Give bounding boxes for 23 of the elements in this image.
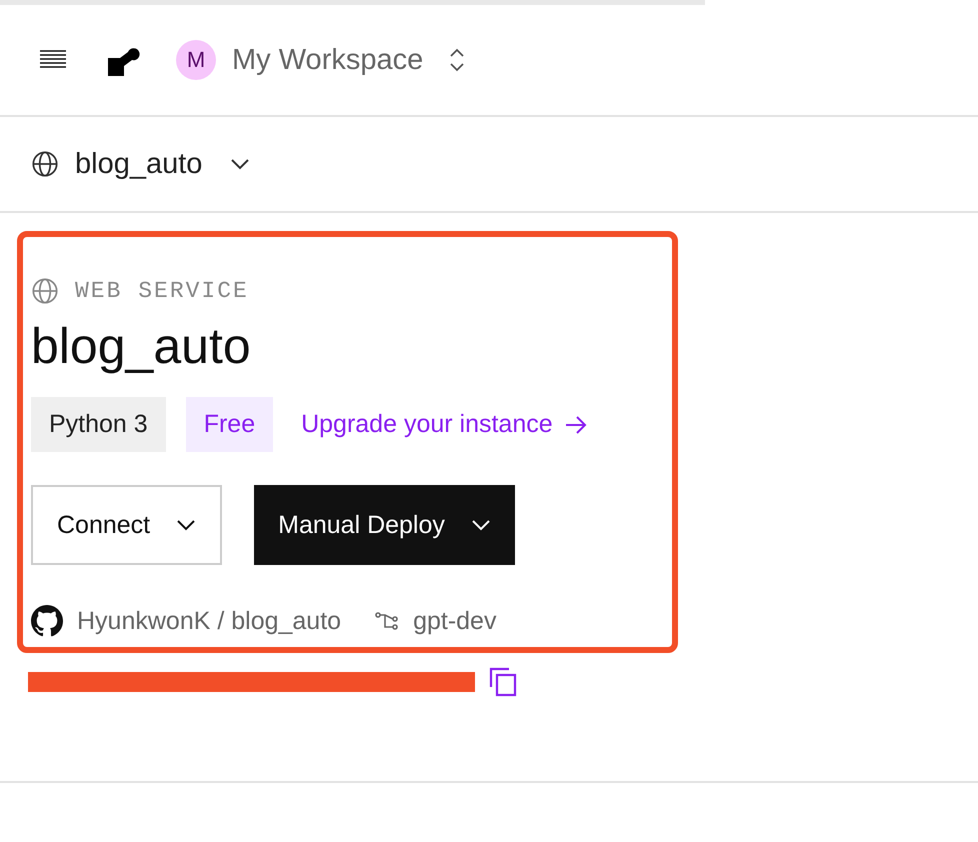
branch-icon <box>375 612 400 630</box>
upgrade-link[interactable]: Upgrade your instance <box>301 410 587 439</box>
service-title: blog_auto <box>31 317 252 376</box>
menu-icon[interactable] <box>40 50 66 70</box>
connect-button[interactable]: Connect <box>31 485 222 565</box>
chevron-up-down-icon[interactable] <box>449 47 466 73</box>
github-icon <box>31 605 63 637</box>
service-selector[interactable]: blog_auto <box>75 148 202 180</box>
chevron-down-icon <box>470 519 491 531</box>
plan-tag: Free <box>186 397 274 452</box>
runtime-tag: Python 3 <box>31 397 166 452</box>
copy-icon[interactable] <box>489 667 517 697</box>
arrow-right-icon <box>564 416 587 434</box>
globe-icon <box>31 150 59 178</box>
service-type-label: WEB SERVICE <box>75 278 249 304</box>
globe-icon <box>31 277 59 305</box>
workspace-avatar: M <box>176 40 216 80</box>
branch-name: gpt-dev <box>413 606 496 636</box>
deploy-button[interactable]: Manual Deploy <box>254 485 515 565</box>
chevron-down-icon <box>230 158 250 170</box>
chevron-down-icon <box>176 519 196 531</box>
repo-name[interactable]: HyunkwonK / blog_auto <box>77 606 342 636</box>
workspace-name[interactable]: My Workspace <box>232 44 424 76</box>
